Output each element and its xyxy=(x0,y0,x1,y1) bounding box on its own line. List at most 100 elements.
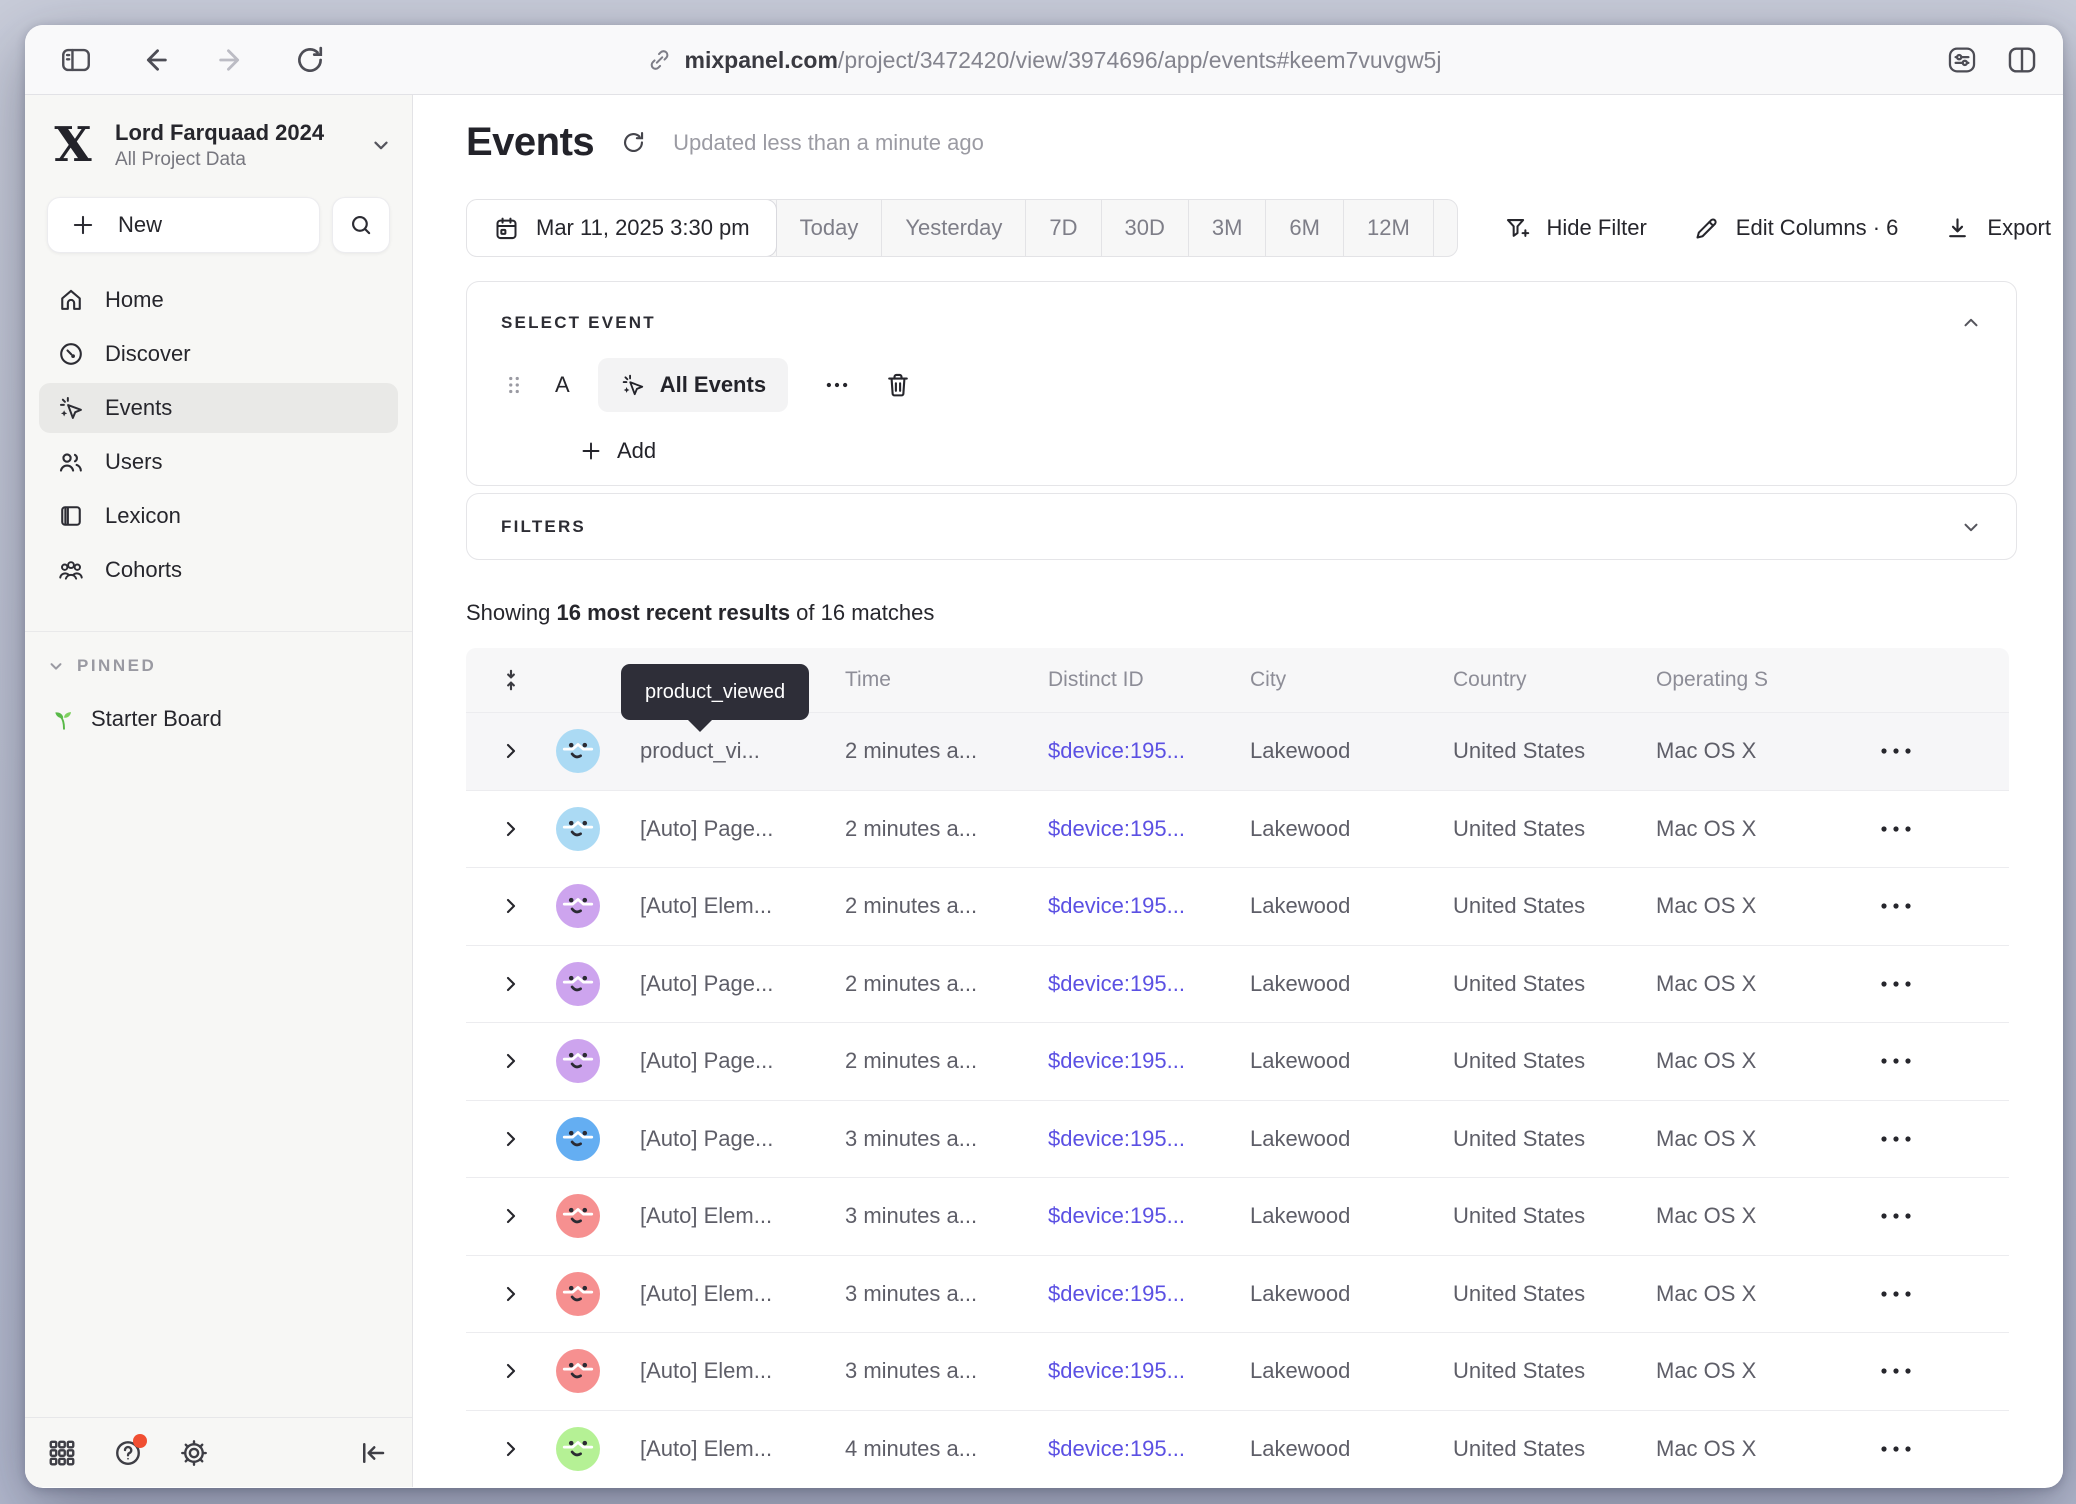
date-segment-6m[interactable]: 6M xyxy=(1265,200,1343,256)
country: United States xyxy=(1453,1358,1656,1384)
refresh-icon[interactable] xyxy=(620,129,647,156)
search-button[interactable] xyxy=(332,197,390,253)
distinct-id-link[interactable]: $device:195... xyxy=(1048,1126,1250,1152)
event-cursor-icon xyxy=(620,372,646,398)
chevron-up-icon[interactable] xyxy=(1960,312,1982,334)
row-expand-icon[interactable] xyxy=(499,1437,523,1461)
row-menu-button[interactable] xyxy=(1878,899,1914,913)
distinct-id-link[interactable]: $device:195... xyxy=(1048,971,1250,997)
date-segment-yesterday[interactable]: Yesterday xyxy=(881,200,1025,256)
seedling-icon xyxy=(51,706,77,732)
event-more-button[interactable] xyxy=(822,370,852,400)
row-menu-button[interactable] xyxy=(1878,1287,1914,1301)
row-expand-icon[interactable] xyxy=(499,1359,523,1383)
project-switcher[interactable]: X Lord Farquaad 2024 All Project Data xyxy=(25,95,412,173)
row-expand-icon[interactable] xyxy=(499,817,523,841)
hide-filter-button[interactable]: Hide Filter xyxy=(1504,215,1647,242)
table-row[interactable]: [Auto] Page... 2 minutes a... $device:19… xyxy=(466,791,2009,869)
all-events-chip[interactable]: All Events xyxy=(598,358,788,412)
distinct-id-link[interactable]: $device:195... xyxy=(1048,893,1250,919)
drag-handle[interactable] xyxy=(501,372,527,398)
row-menu-button[interactable] xyxy=(1878,1132,1914,1146)
edit-columns-button[interactable]: Edit Columns · 6 xyxy=(1693,215,1899,242)
collapse-sidebar-icon[interactable] xyxy=(358,1438,388,1468)
header-os[interactable]: Operating S xyxy=(1656,668,1878,692)
sidebar-item-discover[interactable]: Discover xyxy=(39,329,398,379)
pinned-section-header[interactable]: PINNED xyxy=(47,656,390,676)
row-menu-button[interactable] xyxy=(1878,1054,1914,1068)
date-segment-today[interactable]: Today xyxy=(776,200,882,256)
delete-event-button[interactable] xyxy=(884,371,912,399)
date-picker-button[interactable]: Mar 11, 2025 3:30 pm xyxy=(466,199,777,257)
sidebar-item-starter-board[interactable]: Starter Board xyxy=(47,706,390,732)
table-row[interactable]: [Auto] Page... 2 minutes a... $device:19… xyxy=(466,946,2009,1024)
distinct-id-link[interactable]: $device:195... xyxy=(1048,1281,1250,1307)
sidebar-item-cohorts[interactable]: Cohorts xyxy=(39,545,398,595)
event-name: [Auto] Page... xyxy=(640,1126,845,1152)
new-button[interactable]: New xyxy=(47,197,320,253)
add-event-button[interactable]: Add xyxy=(579,438,1982,464)
sidebar-item-users[interactable]: Users xyxy=(39,437,398,487)
table-row[interactable]: [Auto] Page... 2 minutes a... $device:19… xyxy=(466,1023,2009,1101)
filters-panel[interactable]: FILTERS xyxy=(466,493,2017,560)
forward-icon[interactable] xyxy=(215,43,249,77)
header-city[interactable]: City xyxy=(1250,668,1453,692)
distinct-id-link[interactable]: $device:195... xyxy=(1048,1203,1250,1229)
table-row[interactable]: [Auto] Elem... 3 minutes a... $device:19… xyxy=(466,1178,2009,1256)
operating-system: Mac OS X xyxy=(1656,738,1878,764)
row-menu-button[interactable] xyxy=(1878,744,1914,758)
row-expand-icon[interactable] xyxy=(499,894,523,918)
event-time: 3 minutes a... xyxy=(845,1358,1048,1384)
row-menu-button[interactable] xyxy=(1878,1364,1914,1378)
distinct-id-link[interactable]: $device:195... xyxy=(1048,1048,1250,1074)
distinct-id-link[interactable]: $device:195... xyxy=(1048,738,1250,764)
address-bar[interactable]: mixpanel.com/project/3472420/view/397469… xyxy=(647,25,1442,95)
row-menu-button[interactable] xyxy=(1878,822,1914,836)
page-settings-icon[interactable] xyxy=(1945,43,1979,77)
row-menu-button[interactable] xyxy=(1878,1209,1914,1223)
distinct-id-link[interactable]: $device:195... xyxy=(1048,816,1250,842)
header-distinct-id[interactable]: Distinct ID xyxy=(1048,668,1250,692)
distinct-id-link[interactable]: $device:195... xyxy=(1048,1436,1250,1462)
row-expand-icon[interactable] xyxy=(499,1282,523,1306)
date-segment-3m[interactable]: 3M xyxy=(1188,200,1266,256)
collapse-rows-icon[interactable] xyxy=(498,667,524,693)
pinned-label: PINNED xyxy=(77,656,156,676)
export-button[interactable]: Export xyxy=(1944,215,2051,242)
apps-grid-icon[interactable] xyxy=(47,1438,77,1468)
date-segment-xtd[interactable]: XTD xyxy=(1433,200,1458,256)
header-country[interactable]: Country xyxy=(1453,668,1656,692)
date-segment-7d[interactable]: 7D xyxy=(1025,200,1100,256)
row-expand-icon[interactable] xyxy=(499,1204,523,1228)
header-time[interactable]: Time xyxy=(845,668,1048,692)
city: Lakewood xyxy=(1250,1126,1453,1152)
city: Lakewood xyxy=(1250,1048,1453,1074)
sidebar-item-lexicon[interactable]: Lexicon xyxy=(39,491,398,541)
row-expand-icon[interactable] xyxy=(499,1049,523,1073)
row-expand-icon[interactable] xyxy=(499,1127,523,1151)
chevron-down-icon[interactable] xyxy=(1960,516,1982,538)
sidebar-item-home[interactable]: Home xyxy=(39,275,398,325)
sidebar-item-events[interactable]: Events xyxy=(39,383,398,433)
split-view-icon[interactable] xyxy=(2005,43,2039,77)
sidebar: X Lord Farquaad 2024 All Project Data Ne… xyxy=(25,95,413,1487)
table-row[interactable]: [Auto] Page... 3 minutes a... $device:19… xyxy=(466,1101,2009,1179)
row-menu-button[interactable] xyxy=(1878,1442,1914,1456)
row-expand-icon[interactable] xyxy=(499,972,523,996)
row-expand-icon[interactable] xyxy=(499,739,523,763)
back-icon[interactable] xyxy=(137,43,171,77)
table-row[interactable]: [Auto] Elem... 3 minutes a... $device:19… xyxy=(466,1333,2009,1411)
country: United States xyxy=(1453,738,1656,764)
help-icon[interactable] xyxy=(113,1438,143,1468)
date-segment-12m[interactable]: 12M xyxy=(1343,200,1433,256)
date-segment-30d[interactable]: 30D xyxy=(1101,200,1188,256)
event-time: 3 minutes a... xyxy=(845,1126,1048,1152)
row-menu-button[interactable] xyxy=(1878,977,1914,991)
settings-gear-icon[interactable] xyxy=(179,1438,209,1468)
table-row[interactable]: [Auto] Elem... 4 minutes a... $device:19… xyxy=(466,1411,2009,1488)
table-row[interactable]: [Auto] Elem... 3 minutes a... $device:19… xyxy=(466,1256,2009,1334)
distinct-id-link[interactable]: $device:195... xyxy=(1048,1358,1250,1384)
table-row[interactable]: [Auto] Elem... 2 minutes a... $device:19… xyxy=(466,868,2009,946)
reload-icon[interactable] xyxy=(293,43,327,77)
sidebar-toggle-icon[interactable] xyxy=(59,43,93,77)
